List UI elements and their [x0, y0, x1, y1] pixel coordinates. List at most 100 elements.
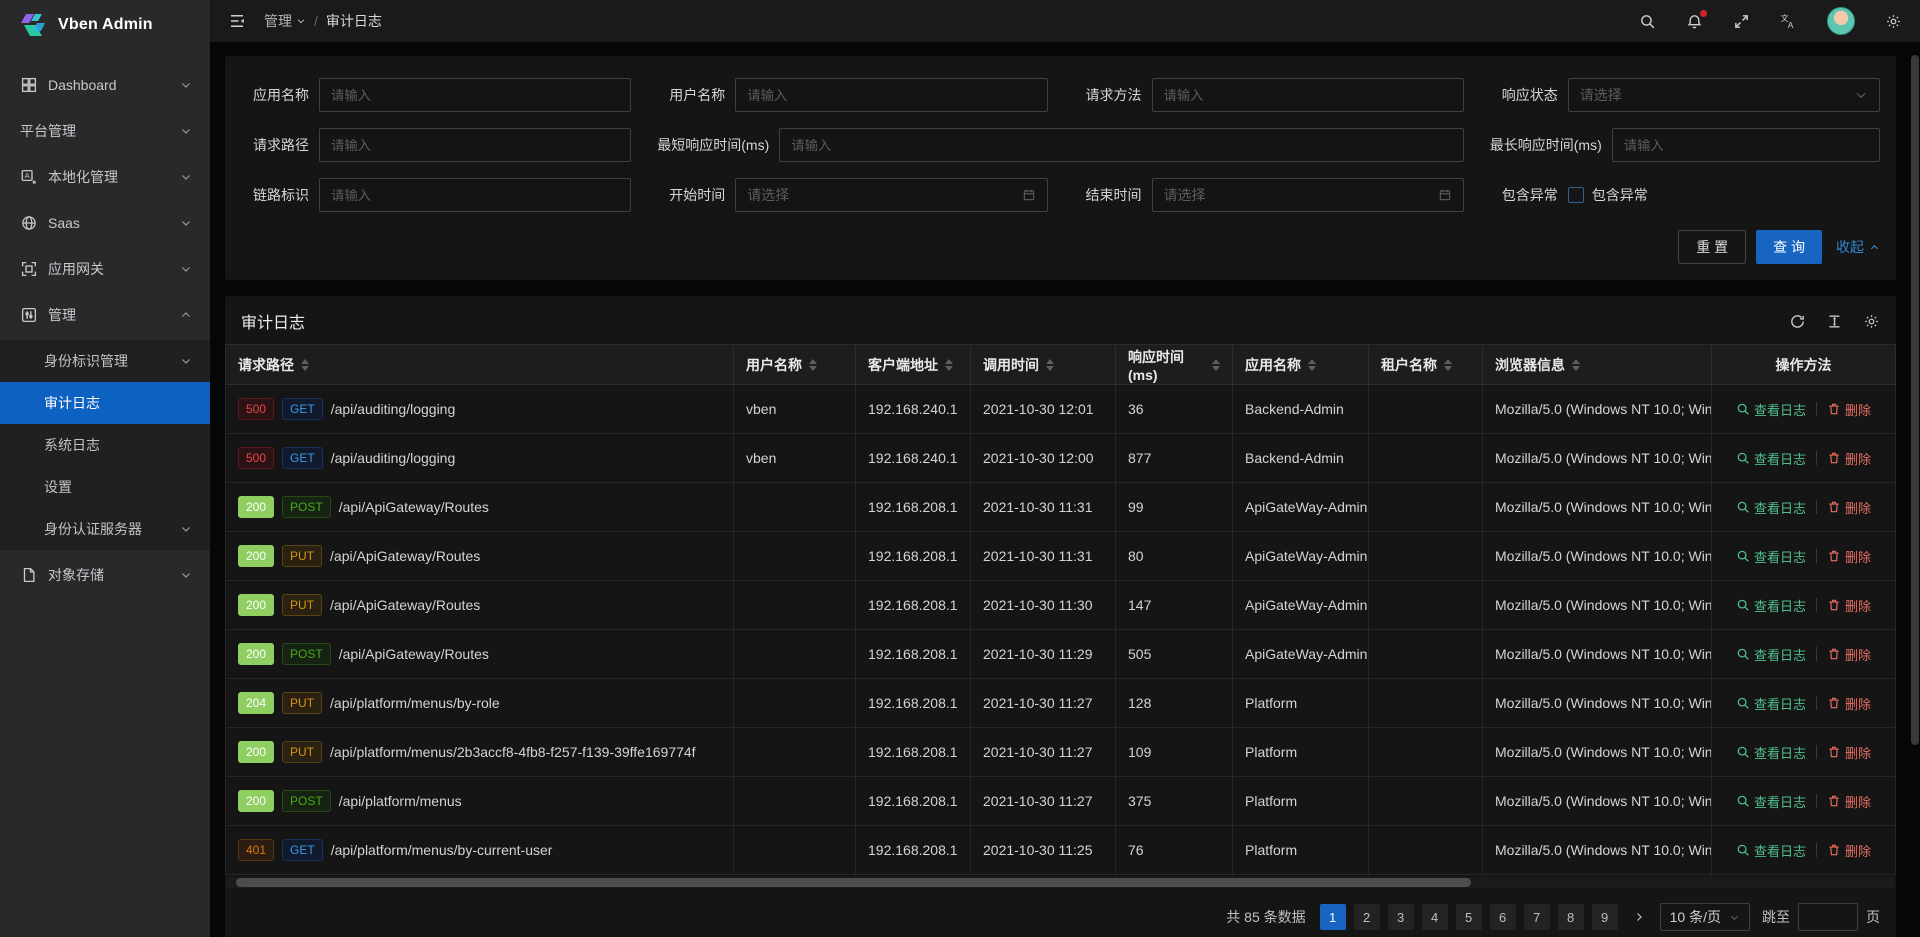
cell-actions: 查看日志 删除	[1712, 483, 1896, 532]
delete-button[interactable]: 删除	[1827, 743, 1871, 762]
sort-carets-icon[interactable]	[1444, 359, 1452, 371]
action-divider	[1816, 451, 1817, 465]
sort-carets-icon[interactable]	[809, 359, 817, 371]
user-name-input[interactable]	[735, 78, 1047, 112]
row-height-icon[interactable]	[1826, 313, 1843, 330]
column-header[interactable]: 租户名称	[1369, 345, 1483, 385]
view-log-button[interactable]: 查看日志	[1736, 645, 1806, 664]
view-log-button[interactable]: 查看日志	[1736, 596, 1806, 615]
request-method-input[interactable]	[1152, 78, 1464, 112]
trace-id-input[interactable]	[319, 178, 631, 212]
page-button[interactable]: 1	[1320, 904, 1346, 930]
delete-button[interactable]: 删除	[1827, 645, 1871, 664]
column-header[interactable]: 应用名称	[1233, 345, 1369, 385]
chevron-down-icon	[180, 523, 192, 535]
page-button[interactable]: 9	[1592, 904, 1618, 930]
end-time-picker[interactable]: 请选择	[1152, 178, 1464, 212]
page-button[interactable]: 6	[1490, 904, 1516, 930]
view-log-button[interactable]: 查看日志	[1736, 547, 1806, 566]
sidebar-item-settings[interactable]: 设置	[0, 466, 210, 508]
column-header[interactable]: 请求路径	[226, 345, 734, 385]
breadcrumb-menu[interactable]: 管理	[264, 11, 306, 31]
delete-button[interactable]: 删除	[1827, 498, 1871, 517]
cell-response-time: 147	[1116, 581, 1233, 630]
view-log-button[interactable]: 查看日志	[1736, 841, 1806, 860]
start-time-picker[interactable]: 请选择	[735, 178, 1047, 212]
collapse-link[interactable]: 收起	[1836, 237, 1880, 257]
view-log-button[interactable]: 查看日志	[1736, 400, 1806, 419]
page-button[interactable]: 5	[1456, 904, 1482, 930]
has-exception-checkbox[interactable]	[1568, 187, 1584, 203]
select-placeholder: 请选择	[747, 185, 789, 205]
column-header[interactable]: 用户名称	[734, 345, 856, 385]
page-size-select[interactable]: 10 条/页	[1660, 903, 1750, 931]
sidebar-item-gateway[interactable]: 应用网关	[0, 248, 210, 290]
page-button[interactable]: 3	[1388, 904, 1414, 930]
sidebar-item-identity[interactable]: 身份标识管理	[0, 340, 210, 382]
settings-icon[interactable]	[1885, 13, 1902, 30]
sort-carets-icon[interactable]	[1046, 359, 1054, 371]
locale-icon[interactable]: 文A	[1780, 13, 1797, 30]
max-response-time-input[interactable]	[1612, 128, 1880, 162]
view-log-button[interactable]: 查看日志	[1736, 743, 1806, 762]
query-button[interactable]: 查 询	[1756, 230, 1822, 264]
field-label: 包含异常	[1490, 185, 1568, 205]
column-header[interactable]: 调用时间	[971, 345, 1116, 385]
min-response-time-input[interactable]	[779, 128, 1464, 162]
fullscreen-icon[interactable]	[1733, 13, 1750, 30]
sort-carets-icon[interactable]	[301, 359, 309, 371]
delete-button[interactable]: 删除	[1827, 596, 1871, 615]
request-path-input[interactable]	[319, 128, 631, 162]
refresh-icon[interactable]	[1789, 313, 1806, 330]
horizontal-scrollbar-thumb[interactable]	[236, 878, 1471, 887]
sort-carets-icon[interactable]	[1308, 359, 1316, 371]
delete-button[interactable]: 删除	[1827, 547, 1871, 566]
sidebar-item-system-log[interactable]: 系统日志	[0, 424, 210, 466]
cell-user-name	[734, 581, 856, 630]
sort-carets-icon[interactable]	[1212, 359, 1220, 371]
page-button[interactable]: 2	[1354, 904, 1380, 930]
delete-button[interactable]: 删除	[1827, 449, 1871, 468]
view-log-button[interactable]: 查看日志	[1736, 694, 1806, 713]
app-name-input[interactable]	[319, 78, 631, 112]
view-log-button[interactable]: 查看日志	[1736, 449, 1806, 468]
response-status-select[interactable]: 请选择	[1568, 78, 1880, 112]
column-header[interactable]: 浏览器信息	[1483, 345, 1712, 385]
sidebar-item-dashboard[interactable]: Dashboard	[0, 64, 210, 106]
field-user-name: 用户名称	[657, 78, 1047, 112]
avatar[interactable]	[1827, 7, 1855, 35]
view-log-button[interactable]: 查看日志	[1736, 498, 1806, 517]
sidebar-item-identity-server[interactable]: 身份认证服务器	[0, 508, 210, 550]
notification-icon[interactable]	[1686, 13, 1703, 30]
delete-button[interactable]: 删除	[1827, 792, 1871, 811]
sort-carets-icon[interactable]	[1572, 359, 1580, 371]
sidebar-item-object-storage[interactable]: 对象存储	[0, 554, 210, 596]
vertical-scrollbar-thumb[interactable]	[1911, 55, 1919, 745]
column-header[interactable]: 响应时间(ms)	[1116, 345, 1233, 385]
sort-carets-icon[interactable]	[945, 359, 953, 371]
sidebar-item-management[interactable]: 管理	[0, 294, 210, 336]
search-icon[interactable]	[1639, 13, 1656, 30]
column-header[interactable]: 客户端地址	[856, 345, 971, 385]
page-button[interactable]: 7	[1524, 904, 1550, 930]
sidebar-item-audit-log[interactable]: 审计日志	[0, 382, 210, 424]
view-log-button[interactable]: 查看日志	[1736, 792, 1806, 811]
view-log-label: 查看日志	[1754, 596, 1806, 615]
cell-tenant-name	[1369, 826, 1483, 875]
chevron-down-icon	[180, 355, 192, 367]
app-logo[interactable]: Vben Admin	[0, 0, 210, 50]
jump-page-input[interactable]	[1798, 903, 1858, 931]
delete-button[interactable]: 删除	[1827, 841, 1871, 860]
page-button[interactable]: 4	[1422, 904, 1448, 930]
page-button[interactable]: 8	[1558, 904, 1584, 930]
menu-fold-icon[interactable]	[228, 12, 246, 30]
cell-actions: 查看日志 删除	[1712, 385, 1896, 434]
next-page-button[interactable]	[1626, 904, 1652, 930]
reset-button[interactable]: 重 置	[1678, 230, 1746, 264]
delete-button[interactable]: 删除	[1827, 400, 1871, 419]
sidebar-item-platform[interactable]: 平台管理	[0, 110, 210, 152]
sidebar-item-saas[interactable]: Saas	[0, 202, 210, 244]
sidebar-item-localization[interactable]: A本地化管理	[0, 156, 210, 198]
gear-icon[interactable]	[1863, 313, 1880, 330]
delete-button[interactable]: 删除	[1827, 694, 1871, 713]
